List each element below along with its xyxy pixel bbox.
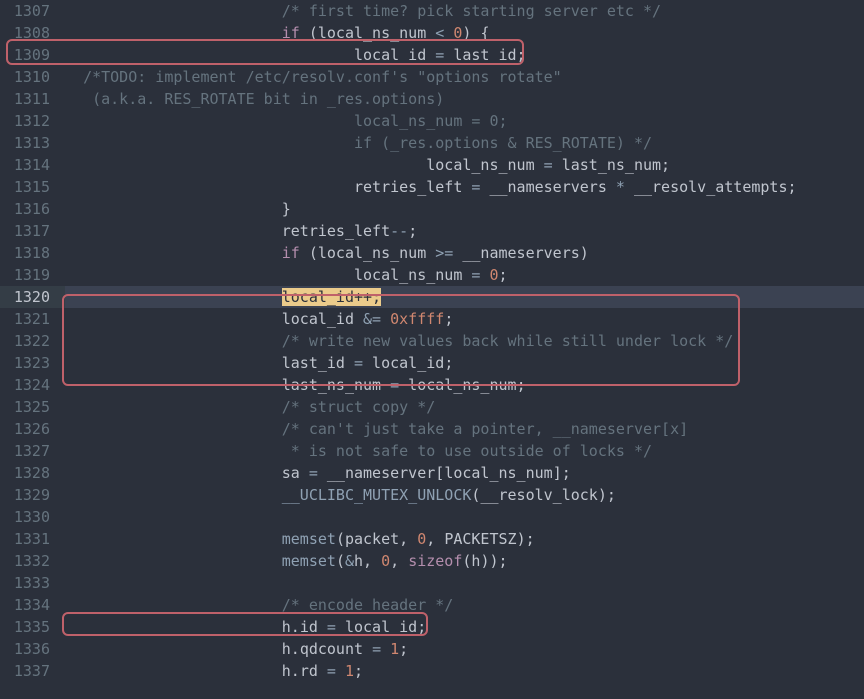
code-line[interactable]: 1326 /* can't just take a pointer, __nam… <box>0 418 864 440</box>
code-line[interactable]: 1319 local_ns_num = 0; <box>0 264 864 286</box>
line-number: 1332 <box>0 550 65 572</box>
code-line[interactable]: 1308 if (local_ns_num < 0) { <box>0 22 864 44</box>
code-line[interactable]: 1317 retries_left--; <box>0 220 864 242</box>
line-number: 1327 <box>0 440 65 462</box>
code-content[interactable]: h.id = local_id; <box>65 616 864 638</box>
code-line[interactable]: 1324 last_ns_num = local_ns_num; <box>0 374 864 396</box>
line-number: 1316 <box>0 198 65 220</box>
code-content[interactable]: /* struct copy */ <box>65 396 864 418</box>
line-number: 1323 <box>0 352 65 374</box>
code-content[interactable]: last_id = local_id; <box>65 352 864 374</box>
line-number: 1335 <box>0 616 65 638</box>
code-content[interactable]: if (local_ns_num < 0) { <box>65 22 864 44</box>
line-number: 1329 <box>0 484 65 506</box>
line-number: 1309 <box>0 44 65 66</box>
code-line[interactable]: 1322 /* write new values back while stil… <box>0 330 864 352</box>
line-number: 1314 <box>0 154 65 176</box>
code-line[interactable]: 1327 * is not safe to use outside of loc… <box>0 440 864 462</box>
code-line[interactable]: 1328 sa = __nameserver[local_ns_num]; <box>0 462 864 484</box>
code-content[interactable]: * is not safe to use outside of locks */ <box>65 440 864 462</box>
code-content[interactable]: last_ns_num = local_ns_num; <box>65 374 864 396</box>
line-number: 1311 <box>0 88 65 110</box>
code-content[interactable]: local_id++; <box>65 286 864 308</box>
line-number: 1325 <box>0 396 65 418</box>
code-line[interactable]: 1323 last_id = local_id; <box>0 352 864 374</box>
line-number: 1328 <box>0 462 65 484</box>
code-content[interactable]: local_id = last_id; <box>65 44 864 66</box>
code-content[interactable]: (a.k.a. RES_ROTATE bit in _res.options) <box>65 88 864 110</box>
code-line[interactable]: 1331 memset(packet, 0, PACKETSZ); <box>0 528 864 550</box>
code-line[interactable]: 1315 retries_left = __nameservers * __re… <box>0 176 864 198</box>
code-line[interactable]: 1310 /*TODO: implement /etc/resolv.conf'… <box>0 66 864 88</box>
code-content[interactable]: local_ns_num = 0; <box>65 264 864 286</box>
code-content[interactable]: if (_res.options & RES_ROTATE) */ <box>65 132 864 154</box>
code-content[interactable]: memset(packet, 0, PACKETSZ); <box>65 528 864 550</box>
code-line[interactable]: 1312 local_ns_num = 0; <box>0 110 864 132</box>
line-number: 1337 <box>0 660 65 682</box>
code-line[interactable]: 1329 __UCLIBC_MUTEX_UNLOCK(__resolv_lock… <box>0 484 864 506</box>
code-content[interactable]: /* encode header */ <box>65 594 864 616</box>
code-content[interactable]: retries_left--; <box>65 220 864 242</box>
line-number: 1315 <box>0 176 65 198</box>
code-line[interactable]: 1314 local_ns_num = last_ns_num; <box>0 154 864 176</box>
line-number: 1330 <box>0 506 65 528</box>
line-number: 1312 <box>0 110 65 132</box>
line-number: 1310 <box>0 66 65 88</box>
code-content[interactable]: h.qdcount = 1; <box>65 638 864 660</box>
line-number: 1334 <box>0 594 65 616</box>
line-number: 1336 <box>0 638 65 660</box>
code-line[interactable]: 1325 /* struct copy */ <box>0 396 864 418</box>
line-number: 1313 <box>0 132 65 154</box>
code-line[interactable]: 1330 <box>0 506 864 528</box>
code-line[interactable]: 1320 local_id++; <box>0 286 864 308</box>
code-line[interactable]: 1318 if (local_ns_num >= __nameservers) <box>0 242 864 264</box>
code-content[interactable]: sa = __nameserver[local_ns_num]; <box>65 462 864 484</box>
code-content[interactable]: __UCLIBC_MUTEX_UNLOCK(__resolv_lock); <box>65 484 864 506</box>
code-content[interactable] <box>65 572 864 594</box>
code-line[interactable]: 1316 } <box>0 198 864 220</box>
code-line[interactable]: 1337 h.rd = 1; <box>0 660 864 682</box>
code-content[interactable]: local_ns_num = 0; <box>65 110 864 132</box>
code-content[interactable]: if (local_ns_num >= __nameservers) <box>65 242 864 264</box>
code-content[interactable]: /*TODO: implement /etc/resolv.conf's "op… <box>65 66 864 88</box>
code-line[interactable]: 1336 h.qdcount = 1; <box>0 638 864 660</box>
code-line[interactable]: 1321 local_id &= 0xffff; <box>0 308 864 330</box>
code-line[interactable]: 1333 <box>0 572 864 594</box>
code-line[interactable]: 1332 memset(&h, 0, sizeof(h)); <box>0 550 864 572</box>
code-line[interactable]: 1334 /* encode header */ <box>0 594 864 616</box>
line-number: 1322 <box>0 330 65 352</box>
code-line[interactable]: 1313 if (_res.options & RES_ROTATE) */ <box>0 132 864 154</box>
code-line[interactable]: 1335 h.id = local_id; <box>0 616 864 638</box>
code-editor[interactable]: 1307 /* first time? pick starting server… <box>0 0 864 682</box>
line-number: 1331 <box>0 528 65 550</box>
code-content[interactable]: /* write new values back while still und… <box>65 330 864 352</box>
code-line[interactable]: 1311 (a.k.a. RES_ROTATE bit in _res.opti… <box>0 88 864 110</box>
code-line[interactable]: 1309 local_id = last_id; <box>0 44 864 66</box>
code-content[interactable]: /* can't just take a pointer, __nameserv… <box>65 418 864 440</box>
line-number: 1333 <box>0 572 65 594</box>
code-content[interactable]: memset(&h, 0, sizeof(h)); <box>65 550 864 572</box>
line-number: 1326 <box>0 418 65 440</box>
code-content[interactable]: } <box>65 198 864 220</box>
code-line[interactable]: 1307 /* first time? pick starting server… <box>0 0 864 22</box>
line-number: 1321 <box>0 308 65 330</box>
line-number: 1307 <box>0 0 65 22</box>
line-number: 1317 <box>0 220 65 242</box>
code-content[interactable]: /* first time? pick starting server etc … <box>65 0 864 22</box>
code-content[interactable] <box>65 506 864 528</box>
code-content[interactable]: h.rd = 1; <box>65 660 864 682</box>
line-number: 1318 <box>0 242 65 264</box>
line-number: 1320 <box>0 286 65 308</box>
line-number: 1319 <box>0 264 65 286</box>
code-content[interactable]: local_id &= 0xffff; <box>65 308 864 330</box>
code-content[interactable]: retries_left = __nameservers * __resolv_… <box>65 176 864 198</box>
line-number: 1324 <box>0 374 65 396</box>
line-number: 1308 <box>0 22 65 44</box>
code-content[interactable]: local_ns_num = last_ns_num; <box>65 154 864 176</box>
